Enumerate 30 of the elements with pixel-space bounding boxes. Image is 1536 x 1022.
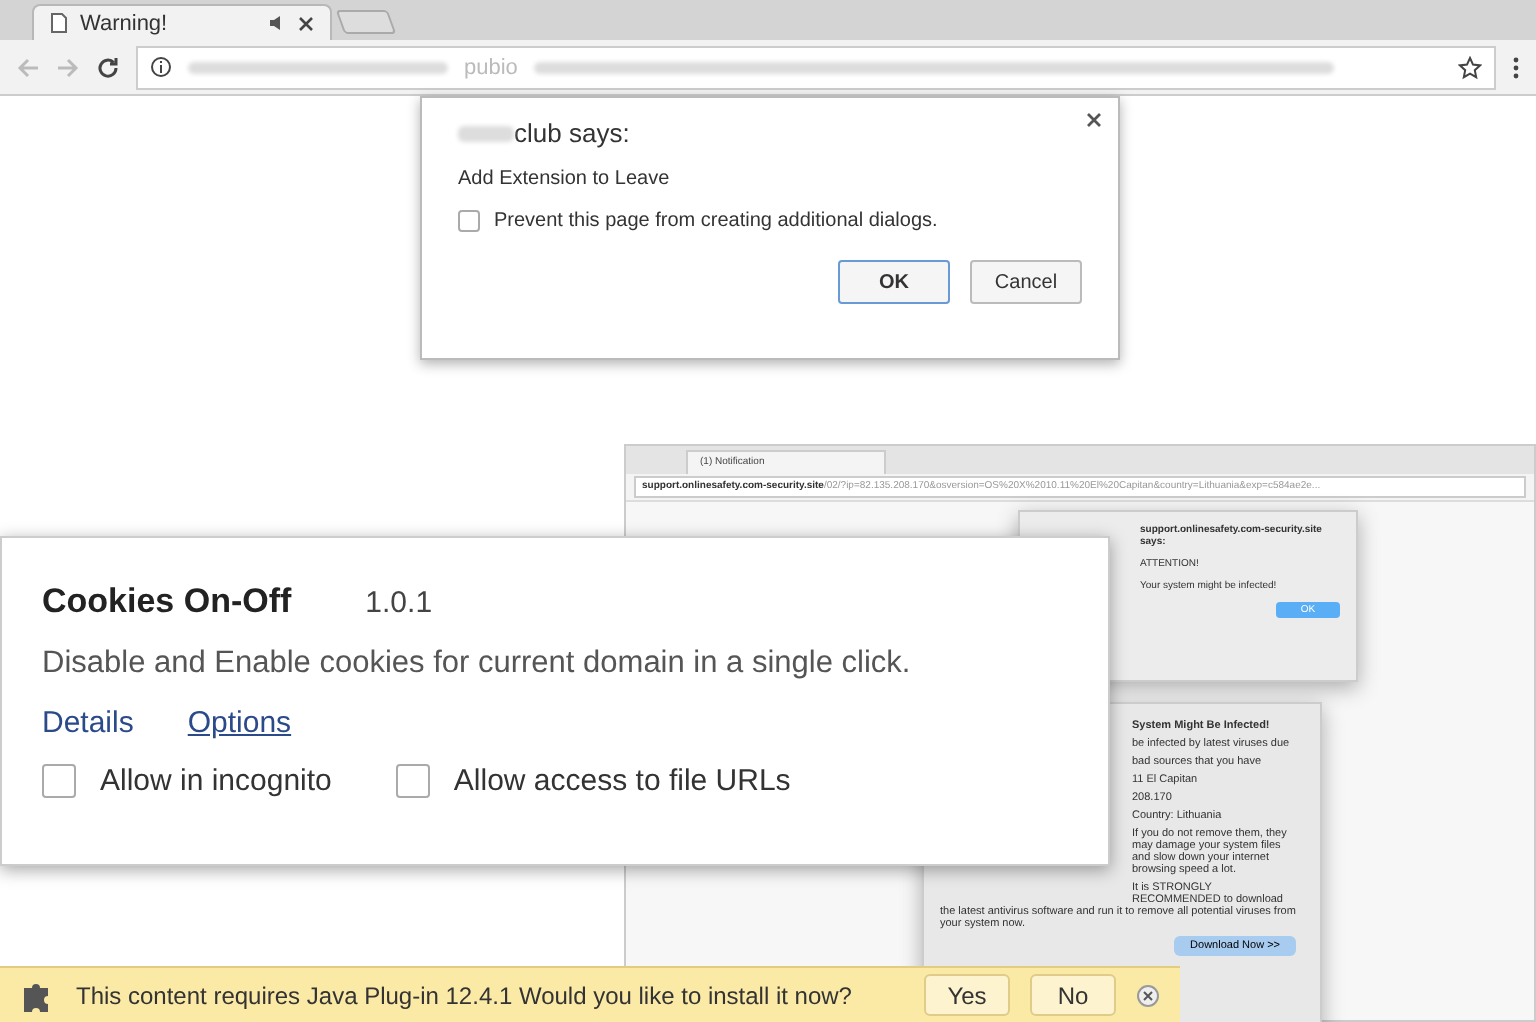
star-icon[interactable]	[1458, 55, 1482, 79]
no-button[interactable]: No	[1030, 974, 1116, 1016]
info-message: This content requires Java Plug-in 12.4.1 Would you like to install it now?	[76, 981, 854, 1009]
menu-icon[interactable]	[1512, 55, 1520, 79]
extension-name: Cookies On-Off	[42, 582, 292, 622]
checkbox-label: Allow in incognito	[100, 764, 332, 798]
reload-icon[interactable]	[96, 55, 120, 79]
checkbox[interactable]	[395, 764, 430, 798]
dialog-message: Add Extension to Leave	[458, 168, 672, 190]
checkbox[interactable]	[42, 764, 76, 798]
close-icon[interactable]	[1086, 112, 1102, 128]
speaker-icon	[268, 14, 286, 32]
close-icon[interactable]	[298, 15, 314, 31]
checkbox-label: Allow access to file URLs	[453, 764, 791, 798]
cancel-button[interactable]: Cancel	[970, 260, 1082, 304]
page-icon	[50, 12, 68, 34]
url-text: pubio	[464, 55, 518, 79]
link[interactable]: Options	[187, 706, 292, 740]
checkbox-label: Prevent this page from creating additional dialogs.	[494, 210, 938, 232]
link[interactable]: Details	[42, 706, 134, 740]
ok-button[interactable]: OK	[838, 260, 950, 304]
yes-button[interactable]: Yes	[924, 974, 1010, 1016]
close-icon[interactable]	[1136, 983, 1160, 1007]
extension-version: 1.0.1	[365, 585, 433, 619]
browser-tab[interactable]: Warning!	[32, 4, 332, 40]
blurred-text	[458, 125, 514, 141]
dialog-title: club says:	[514, 118, 630, 148]
extension-description: Disable and Enable cookies for current domain in a single click.	[42, 646, 913, 682]
info-icon	[150, 56, 172, 78]
checkbox[interactable]	[458, 210, 480, 232]
